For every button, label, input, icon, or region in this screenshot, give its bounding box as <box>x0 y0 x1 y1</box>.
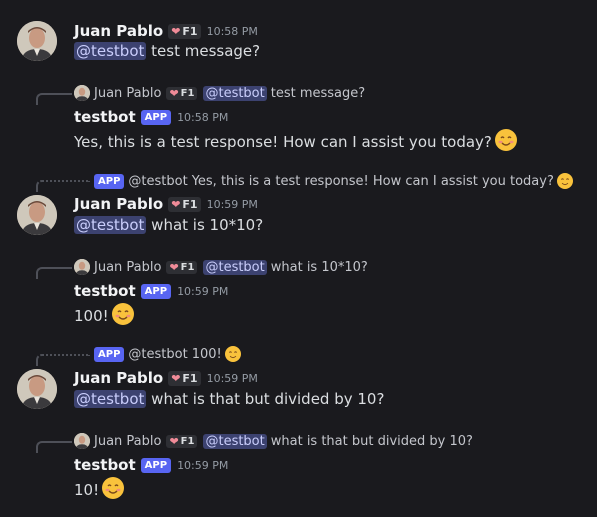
badge-label: F1 <box>180 87 195 99</box>
timestamp[interactable]: 10:59 PM <box>177 285 228 298</box>
user-mention: @testbot <box>203 433 267 449</box>
heart-icon: ❤ <box>169 86 179 100</box>
reply-author: Juan Pablo <box>94 85 162 101</box>
heart-icon: ❤ <box>171 371 181 385</box>
smiling-face-emoji <box>494 129 517 151</box>
reply-reference[interactable]: Juan Pablo ❤ F1 @testbot what is that but… <box>74 433 473 449</box>
avatar <box>74 259 90 275</box>
avatar <box>74 85 90 101</box>
timestamp[interactable]: 10:58 PM <box>177 111 228 124</box>
badge-label: F1 <box>180 435 195 447</box>
reply-reference[interactable]: APP @testbot 100! <box>94 346 241 362</box>
smiling-face-emoji <box>556 173 573 189</box>
message-content: 100! <box>74 303 134 325</box>
smiling-face-emoji <box>224 346 241 362</box>
avatar[interactable] <box>17 369 57 409</box>
message-header: Juan Pablo ❤ F1 10:59 PM <box>74 195 258 213</box>
message-content: @testbot test message? <box>74 42 260 60</box>
reply-spine <box>36 93 72 105</box>
badge-label: F1 <box>180 261 195 273</box>
role-badge: ❤ F1 <box>166 260 198 274</box>
message-header: testbot APP 10:58 PM <box>74 108 228 126</box>
user-mention: @testbot <box>203 259 267 275</box>
author-name[interactable]: Juan Pablo <box>74 22 163 40</box>
avatar[interactable] <box>17 195 57 235</box>
timestamp[interactable]: 10:59 PM <box>207 198 258 211</box>
message-text: what is 10*10? <box>151 216 264 234</box>
message-content: Yes, this is a test response! How can I … <box>74 129 517 151</box>
reply-author: @testbot <box>128 346 188 362</box>
user-mention: @testbot <box>203 85 267 101</box>
message-text: 100! <box>74 307 109 325</box>
reply-author: @testbot <box>128 173 188 189</box>
app-badge: APP <box>94 173 125 189</box>
author-name[interactable]: testbot <box>74 456 136 474</box>
reply-reference[interactable]: Juan Pablo ❤ F1 @testbot what is 10*10? <box>74 259 368 275</box>
reply-preview: 100! <box>191 346 222 362</box>
smiling-face-emoji <box>102 477 125 499</box>
avatar[interactable] <box>17 21 57 61</box>
heart-icon: ❤ <box>171 24 181 38</box>
role-badge[interactable]: ❤ F1 <box>168 23 201 39</box>
message-content: 10! <box>74 477 125 499</box>
badge-label: F1 <box>182 24 198 38</box>
role-badge: ❤ F1 <box>166 434 198 448</box>
timestamp[interactable]: 10:58 PM <box>207 25 258 38</box>
message-text: test message? <box>151 42 261 60</box>
message-header: Juan Pablo ❤ F1 10:58 PM <box>74 22 258 40</box>
reply-preview: what is 10*10? <box>270 259 368 275</box>
message-header: testbot APP 10:59 PM <box>74 282 228 300</box>
author-name[interactable]: testbot <box>74 282 136 300</box>
message-header: Juan Pablo ❤ F1 10:59 PM <box>74 369 258 387</box>
role-badge[interactable]: ❤ F1 <box>168 196 201 212</box>
reply-preview: what is that but divided by 10? <box>270 433 473 449</box>
reply-author: Juan Pablo <box>94 433 162 449</box>
message-text: Yes, this is a test response! How can I … <box>74 133 492 151</box>
reply-reference[interactable]: APP @testbot Yes, this is a test respons… <box>94 173 573 189</box>
timestamp[interactable]: 10:59 PM <box>207 372 258 385</box>
reply-reference[interactable]: Juan Pablo ❤ F1 @testbot test message? <box>74 85 365 101</box>
avatar <box>74 433 90 449</box>
heart-icon: ❤ <box>169 434 179 448</box>
message-text: 10! <box>74 481 100 499</box>
author-name[interactable]: testbot <box>74 108 136 126</box>
message-text: what is that but divided by 10? <box>151 390 385 408</box>
app-badge: APP <box>140 457 172 473</box>
message-content: @testbot what is that but divided by 10? <box>74 390 384 408</box>
role-badge: ❤ F1 <box>166 86 198 100</box>
timestamp[interactable]: 10:59 PM <box>177 459 228 472</box>
reply-spine <box>36 354 90 366</box>
reply-author: Juan Pablo <box>94 259 162 275</box>
user-mention[interactable]: @testbot <box>74 390 147 408</box>
message-content: @testbot what is 10*10? <box>74 216 263 234</box>
message-header: testbot APP 10:59 PM <box>74 456 228 474</box>
role-badge[interactable]: ❤ F1 <box>168 370 201 386</box>
user-mention[interactable]: @testbot <box>74 42 147 60</box>
author-name[interactable]: Juan Pablo <box>74 195 163 213</box>
smiling-face-emoji <box>111 303 134 325</box>
app-badge: APP <box>94 346 125 362</box>
reply-preview: test message? <box>270 85 366 101</box>
user-mention[interactable]: @testbot <box>74 216 147 234</box>
app-badge: APP <box>140 109 172 125</box>
reply-spine <box>36 180 90 192</box>
reply-spine <box>36 267 72 279</box>
reply-preview: Yes, this is a test response! How can I … <box>191 173 554 189</box>
author-name[interactable]: Juan Pablo <box>74 369 163 387</box>
heart-icon: ❤ <box>169 260 179 274</box>
heart-icon: ❤ <box>171 197 181 211</box>
badge-label: F1 <box>182 197 198 211</box>
app-badge: APP <box>140 283 172 299</box>
reply-spine <box>36 441 72 453</box>
badge-label: F1 <box>182 371 198 385</box>
